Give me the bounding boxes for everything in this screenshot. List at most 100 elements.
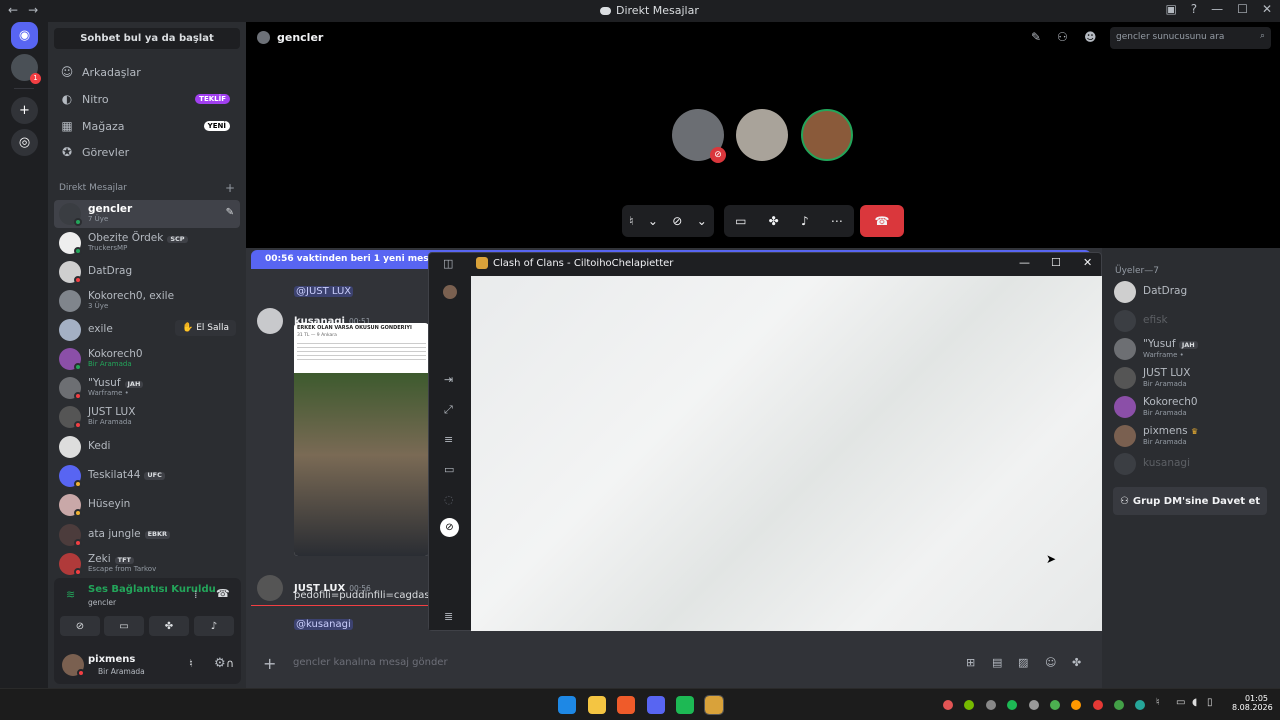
mention[interactable]: @kusanagi — [294, 612, 353, 631]
clash-of-clans-taskbar-icon[interactable] — [704, 695, 724, 715]
add-server-button[interactable]: + — [11, 97, 38, 124]
start-menu-icon[interactable] — [558, 696, 576, 714]
member-item-offline[interactable]: kusanagi — [1114, 452, 1190, 476]
nav-shop[interactable]: ▦ Mağaza YENİ — [54, 114, 240, 138]
dm-item[interactable]: JUST LUX Bir Aramada — [54, 403, 240, 431]
screen-share-icon[interactable]: ▭ — [735, 214, 746, 228]
dm-item[interactable]: ata jungle EBKR — [54, 521, 240, 549]
explore-button[interactable]: ◎ — [11, 129, 38, 156]
member-item[interactable]: Kokorech0 Bir Aramada — [1114, 395, 1198, 419]
dm-item[interactable]: Teskilat44 UFC — [54, 462, 240, 490]
gif-icon[interactable]: ▤ — [992, 656, 1002, 669]
mic-controls[interactable]: ♮ ⌄ ⊘ ⌄ — [622, 205, 714, 237]
reaction-icon[interactable]: ◌ — [444, 493, 454, 506]
close-button[interactable]: ✕ — [1083, 256, 1092, 269]
camera-off-icon[interactable]: ⊘ — [672, 214, 682, 228]
server-icon[interactable]: 1 — [11, 54, 41, 84]
gift-icon[interactable]: ⊞ — [966, 656, 975, 669]
maximize-button[interactable]: ☐ — [1051, 256, 1061, 269]
user-avatar[interactable] — [62, 654, 85, 677]
hangup-button[interactable]: ☎ — [860, 205, 904, 237]
add-friends-icon[interactable]: ⚇ — [1057, 30, 1068, 44]
brave-browser-icon[interactable] — [617, 696, 635, 714]
create-dm-plus-icon[interactable]: + — [225, 181, 235, 195]
chevron-down-icon[interactable]: ⌄ — [648, 214, 658, 228]
wave-button[interactable]: ✋ El Salla — [175, 320, 236, 336]
member-item[interactable]: JUST LUX Bir Aramada — [1114, 366, 1190, 390]
soundboard-button[interactable]: ♪ — [194, 616, 234, 636]
nav-quests[interactable]: ✪ Görevler — [54, 140, 240, 164]
minimize-button[interactable]: — — [1211, 2, 1223, 16]
spotify-tray-icon[interactable] — [1007, 700, 1017, 710]
mute-stream-icon[interactable]: ⊘ — [440, 518, 459, 537]
tray-icon[interactable] — [943, 700, 953, 710]
member-item[interactable]: pixmens ♛ Bir Aramada — [1114, 424, 1198, 448]
home-button[interactable]: ◉ — [11, 22, 38, 49]
fullscreen-icon[interactable]: ⤢ — [444, 403, 453, 417]
voice-participant-avatar[interactable] — [736, 109, 788, 161]
sticker-icon[interactable]: ▨ — [1018, 656, 1028, 669]
activities-icon[interactable]: ✤ — [769, 214, 779, 228]
soundboard-icon[interactable]: ♪ — [801, 214, 809, 228]
nvidia-tray-icon[interactable] — [964, 700, 974, 710]
tray-icon[interactable] — [1114, 700, 1124, 710]
chat-list-icon[interactable]: ≣ — [444, 610, 453, 623]
message-image[interactable]: ERKEK OLAN VARSA OKUSUN GONDERIYI 31 TL … — [294, 323, 429, 556]
clock[interactable]: 01:05 8.08.2026 — [1232, 694, 1273, 712]
pin-icon[interactable]: ✎ — [1031, 30, 1041, 44]
disconnect-icon[interactable]: ☎ — [216, 587, 230, 600]
tray-icon[interactable] — [986, 700, 996, 710]
help-icon[interactable]: ? — [1191, 2, 1197, 16]
dm-item[interactable]: Kokorech0 Bir Aramada — [54, 345, 240, 373]
chat-icon[interactable]: ▭ — [444, 463, 454, 476]
mention[interactable]: @JUST LUX — [294, 279, 354, 298]
dm-item[interactable]: exile ✋ El Salla — [54, 316, 240, 344]
minimize-button[interactable]: — — [1019, 256, 1030, 269]
sidebar-toggle-icon[interactable]: ◫ — [443, 257, 453, 270]
noise-suppression-icon[interactable]: ⁞ — [194, 588, 198, 601]
message-input[interactable]: gencler kanalına mesaj gönder — [293, 657, 448, 668]
tray-icon[interactable] — [1093, 700, 1103, 710]
pop-in-icon[interactable]: ⇥ — [444, 373, 453, 386]
network-icon[interactable]: ▭ — [1176, 697, 1185, 708]
tray-icon[interactable] — [1071, 700, 1081, 710]
dm-item[interactable]: Obezite Ördek SCP TruckersMP — [54, 229, 240, 257]
more-options-icon[interactable]: ⋯ — [831, 214, 843, 228]
message-avatar[interactable] — [257, 308, 283, 334]
volume-icon[interactable]: ◖ — [1192, 697, 1197, 708]
nav-friends[interactable]: ☺ Arkadaşlar — [54, 60, 240, 84]
voice-participant-avatar[interactable]: ⊘ — [672, 109, 726, 163]
pin-icon[interactable]: ✎ — [226, 207, 234, 218]
tray-icon[interactable] — [1135, 700, 1145, 710]
headphones-icon[interactable]: ∩ — [226, 657, 234, 670]
dm-item-gencler[interactable]: gencler 7 Üye ✎ — [54, 200, 240, 228]
search-input[interactable]: gencler sunucusunu ara ⌕ — [1110, 27, 1271, 49]
activities-button[interactable]: ✤ — [149, 616, 189, 636]
member-item[interactable]: DatDrag — [1114, 280, 1187, 304]
tray-icon[interactable] — [1029, 700, 1039, 710]
camera-button[interactable]: ⊘ — [60, 616, 100, 636]
file-explorer-icon[interactable] — [588, 696, 606, 714]
inbox-icon[interactable]: ▣ — [1165, 2, 1176, 16]
dm-item[interactable]: Hüseyin — [54, 491, 240, 519]
members-list-icon[interactable]: ☻ — [1084, 30, 1097, 44]
dm-item[interactable]: Kokorech0, exile 3 Üye — [54, 287, 240, 315]
forward-arrow-icon[interactable]: → — [28, 3, 38, 17]
close-button[interactable]: ✕ — [1262, 2, 1272, 16]
settings-gear-icon[interactable]: ⚙ — [214, 656, 226, 671]
activity-controls[interactable]: ▭ ✤ ♪ ⋯ — [724, 205, 854, 237]
dm-item[interactable]: DatDrag — [54, 258, 240, 286]
back-arrow-icon[interactable]: ← — [8, 3, 18, 17]
member-item-offline[interactable]: efisk — [1114, 309, 1168, 333]
message-avatar[interactable] — [257, 575, 283, 601]
streamer-avatar[interactable] — [443, 285, 457, 299]
invite-to-group-button[interactable]: ⚇ Grup DM'sine Davet et — [1113, 487, 1267, 515]
microphone-tray-icon[interactable]: ♮ — [1156, 697, 1160, 708]
dm-item[interactable]: "Yusuf JAH Warframe • — [54, 374, 240, 402]
battery-icon[interactable]: ▯ — [1207, 697, 1213, 708]
attach-plus-icon[interactable]: + — [263, 654, 276, 673]
apps-icon[interactable]: ✤ — [1072, 656, 1081, 669]
tray-icon[interactable] — [1050, 700, 1060, 710]
member-item[interactable]: "Yusuf JAH Warframe • — [1114, 337, 1198, 361]
discord-taskbar-icon[interactable] — [647, 696, 665, 714]
